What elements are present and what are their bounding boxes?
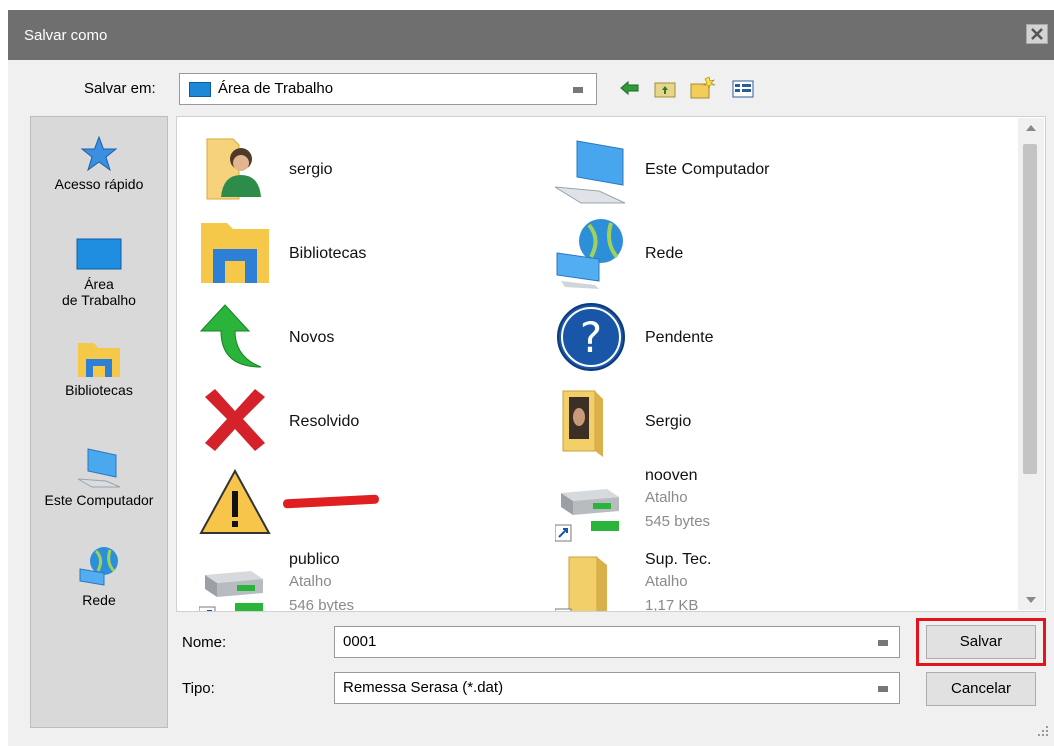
libraries-icon bbox=[78, 343, 120, 377]
list-item[interactable] bbox=[199, 463, 519, 541]
dropdown-arrow-icon bbox=[878, 686, 888, 692]
folder-shortcut-icon bbox=[555, 556, 607, 611]
dropdown-arrow-icon bbox=[573, 87, 583, 93]
computer-icon bbox=[77, 448, 121, 488]
filename-input[interactable]: 0001 bbox=[334, 626, 900, 658]
place-quick-access[interactable]: Acesso rápido bbox=[31, 135, 167, 192]
place-this-pc[interactable]: Este Computador bbox=[31, 447, 167, 508]
scroll-up-icon[interactable] bbox=[1025, 124, 1037, 132]
scroll-thumb[interactable] bbox=[1023, 144, 1037, 474]
filename-value: 0001 bbox=[343, 633, 377, 650]
scroll-down-icon[interactable] bbox=[1025, 596, 1037, 604]
up-folder-icon[interactable] bbox=[654, 80, 676, 98]
location-combo[interactable]: Área de Trabalho bbox=[179, 73, 597, 105]
type-label: Tipo: bbox=[182, 680, 215, 697]
list-item[interactable]: Novos bbox=[199, 297, 519, 375]
list-item[interactable]: sergio bbox=[199, 129, 519, 207]
redacted-name bbox=[282, 494, 380, 509]
save-as-dialog: Salvar como Salvar em: Área de Trabalho bbox=[8, 10, 1054, 746]
dropdown-arrow-icon bbox=[878, 640, 888, 646]
libraries-folder-icon bbox=[201, 223, 269, 283]
green-arrow-icon bbox=[199, 304, 262, 368]
list-item[interactable]: Bibliotecas bbox=[199, 213, 519, 291]
title-bar: Salvar como bbox=[8, 10, 1054, 60]
list-item[interactable]: publico Atalho 546 bytes bbox=[199, 549, 519, 611]
place-libraries[interactable]: Bibliotecas bbox=[31, 339, 167, 398]
back-arrow-icon[interactable] bbox=[620, 80, 640, 96]
view-menu-icon[interactable] bbox=[732, 80, 754, 98]
vertical-scrollbar[interactable] bbox=[1018, 118, 1044, 610]
list-item[interactable]: Resolvido bbox=[199, 381, 519, 459]
network-icon bbox=[79, 547, 118, 586]
close-button[interactable] bbox=[1026, 24, 1048, 44]
cancel-button[interactable]: Cancelar bbox=[926, 672, 1036, 706]
place-network[interactable]: Rede bbox=[31, 545, 167, 608]
resize-grip-icon[interactable] bbox=[1036, 724, 1050, 738]
places-bar: Acesso rápido Área de Trabalho Bibliotec… bbox=[30, 116, 168, 728]
desktop-small-icon bbox=[189, 82, 211, 97]
list-item[interactable]: Este Computador bbox=[555, 129, 875, 207]
computer-icon bbox=[555, 140, 626, 204]
dialog-title: Salvar como bbox=[24, 27, 108, 44]
list-item[interactable]: Sergio bbox=[555, 381, 875, 459]
network-icon bbox=[556, 219, 623, 289]
name-label: Nome: bbox=[182, 634, 227, 651]
red-x-icon bbox=[205, 389, 265, 451]
desktop-icon bbox=[76, 238, 122, 270]
svg-text:?: ? bbox=[580, 313, 602, 362]
file-list[interactable]: sergio Este Computador Bibliotecas Rede … bbox=[176, 116, 1046, 612]
save-in-label: Salvar em: bbox=[84, 80, 156, 97]
network-drive-shortcut-icon bbox=[555, 489, 619, 542]
place-desktop[interactable]: Área de Trabalho bbox=[31, 237, 167, 308]
star-icon bbox=[80, 135, 118, 172]
list-item[interactable]: Rede bbox=[555, 213, 875, 291]
filetype-select[interactable]: Remessa Serasa (*.dat) bbox=[334, 672, 900, 704]
warning-icon bbox=[199, 468, 271, 534]
list-item[interactable]: Sup. Tec. Atalho 1,17 KB bbox=[555, 549, 875, 611]
close-icon bbox=[1031, 28, 1043, 40]
location-value: Área de Trabalho bbox=[218, 80, 334, 97]
network-drive-shortcut-icon bbox=[199, 571, 263, 611]
filetype-value: Remessa Serasa (*.dat) bbox=[343, 679, 504, 696]
question-icon: ? bbox=[557, 303, 625, 371]
photo-folder-icon bbox=[562, 390, 603, 457]
user-folder-icon bbox=[206, 138, 261, 200]
list-item[interactable]: ? Pendente bbox=[555, 297, 875, 375]
save-button[interactable]: Salvar bbox=[926, 625, 1036, 659]
new-folder-icon[interactable] bbox=[690, 76, 716, 100]
list-item[interactable]: nooven Atalho 545 bytes bbox=[555, 467, 875, 545]
